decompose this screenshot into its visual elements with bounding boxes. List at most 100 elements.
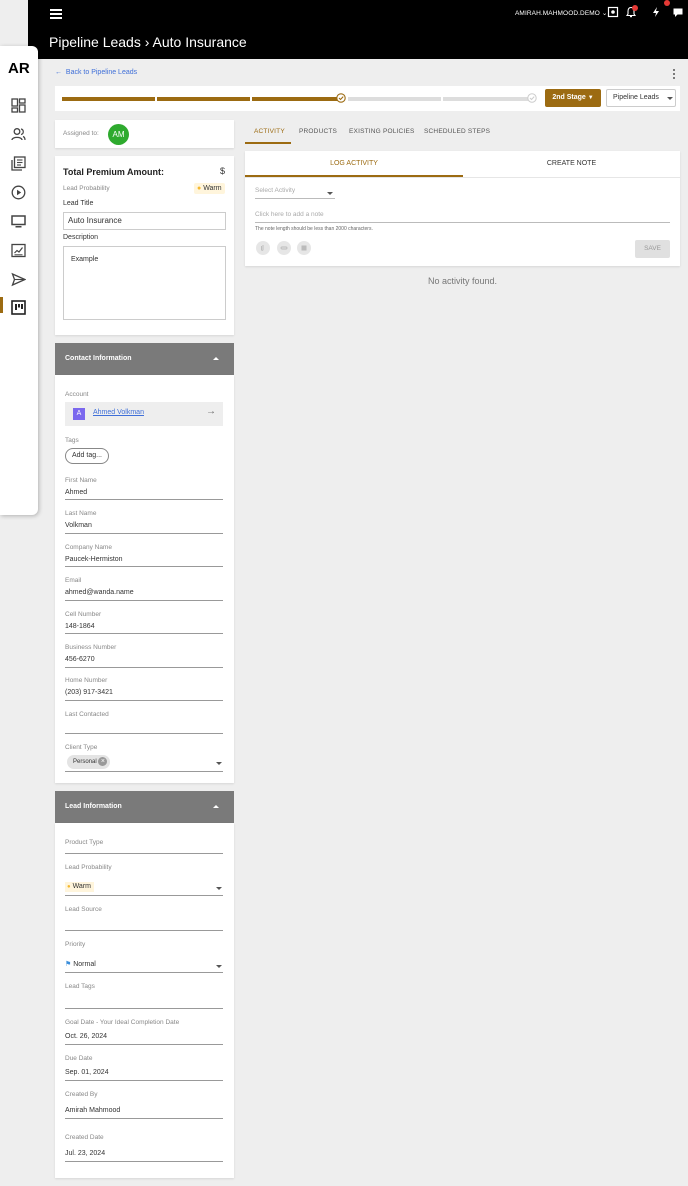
lead-title-label: Lead Title bbox=[63, 200, 94, 207]
tab-active-indicator bbox=[245, 142, 291, 144]
due-date-field[interactable]: Sep. 01, 2024 bbox=[65, 1069, 109, 1076]
summary-card: Total Premium Amount: $ Lead Probability… bbox=[55, 156, 234, 335]
note-hint: The note length should be less than 2000… bbox=[255, 226, 373, 232]
empty-state-text: No activity found. bbox=[427, 276, 498, 286]
sun-icon: ● bbox=[197, 185, 202, 192]
play-icon[interactable] bbox=[11, 185, 26, 200]
back-link[interactable]: ← Back to Pipeline Leads bbox=[55, 69, 137, 76]
client-type-chip[interactable]: Personal × bbox=[67, 755, 111, 769]
product-type-label: Product Type bbox=[65, 839, 104, 846]
caret-down-icon[interactable] bbox=[216, 762, 222, 765]
sun-icon: ● bbox=[67, 884, 71, 890]
lead-source-label: Lead Source bbox=[65, 906, 102, 913]
documents-icon[interactable] bbox=[11, 156, 26, 171]
created-by-label: Created By bbox=[65, 1091, 98, 1098]
avatar[interactable]: AM bbox=[108, 124, 129, 145]
account-avatar: A bbox=[73, 408, 85, 420]
collapse-icon[interactable] bbox=[213, 805, 219, 808]
send-icon[interactable] bbox=[11, 272, 26, 287]
stage-segment[interactable] bbox=[157, 97, 250, 101]
contact-info-header[interactable]: Contact Information bbox=[55, 343, 234, 375]
save-button[interactable]: SAVE bbox=[635, 240, 670, 258]
description-textarea[interactable]: Example bbox=[63, 246, 226, 320]
dashboard-icon[interactable] bbox=[11, 98, 26, 113]
caret-down-icon[interactable] bbox=[216, 887, 222, 890]
caret-down-icon[interactable] bbox=[216, 965, 222, 968]
first-name-field[interactable]: Ahmed bbox=[65, 489, 87, 496]
collapse-icon[interactable] bbox=[213, 357, 219, 360]
description-label: Description bbox=[63, 234, 99, 241]
lightning-icon[interactable] bbox=[650, 6, 662, 18]
stage-segment[interactable] bbox=[62, 97, 155, 101]
link-icon[interactable] bbox=[277, 241, 291, 255]
field-label: Last Name bbox=[65, 510, 97, 517]
chat-icon[interactable] bbox=[672, 6, 684, 18]
tab-activity[interactable]: ACTIVITY bbox=[254, 128, 285, 135]
lead-tags-label: Lead Tags bbox=[65, 983, 95, 990]
account-label: Account bbox=[65, 391, 89, 398]
attach-icon[interactable] bbox=[256, 241, 270, 255]
priority-select[interactable]: ⚑ Normal bbox=[65, 960, 96, 968]
tags-label: Tags bbox=[65, 437, 79, 444]
lead-probability-label: Lead Probability bbox=[65, 864, 112, 871]
pipeline-board-icon[interactable] bbox=[11, 300, 26, 315]
field-label: Business Number bbox=[65, 644, 117, 651]
lead-title-input[interactable]: Auto Insurance bbox=[63, 212, 226, 230]
arrow-right-icon[interactable]: → bbox=[206, 406, 216, 417]
tab-existing-policies[interactable]: EXISTING POLICIES bbox=[349, 128, 415, 135]
total-premium-label: Total Premium Amount: bbox=[63, 167, 164, 177]
created-by-field: Amirah Mahmood bbox=[65, 1107, 121, 1114]
assigned-card: Assigned to: AM bbox=[55, 120, 234, 148]
image-icon[interactable] bbox=[297, 241, 311, 255]
probability-badge: ● Warm bbox=[194, 183, 225, 194]
field-label: Email bbox=[65, 577, 82, 584]
lead-probability-select[interactable]: ● Warm bbox=[65, 882, 94, 892]
field-label: Company Name bbox=[65, 544, 112, 551]
page-title: Pipeline Leads › Auto Insurance bbox=[49, 34, 247, 50]
tab-scheduled-steps[interactable]: SCHEDULED STEPS bbox=[424, 128, 490, 135]
settings-icon[interactable] bbox=[607, 6, 619, 18]
stage-segment[interactable] bbox=[348, 97, 441, 101]
goal-date-label: Goal Date - Your Ideal Completion Date bbox=[65, 1019, 180, 1026]
cell-number-field[interactable]: 148-1864 bbox=[65, 623, 95, 630]
business-number-field[interactable]: 456-6270 bbox=[65, 656, 95, 663]
monitor-icon[interactable] bbox=[11, 214, 26, 229]
more-options-icon[interactable] bbox=[673, 69, 676, 81]
email-field[interactable]: ahmed@wanda.name bbox=[65, 589, 134, 596]
company-name-field[interactable]: Paucek-Hermiston bbox=[65, 556, 123, 563]
product-type-field[interactable] bbox=[65, 853, 223, 854]
last-name-field[interactable]: Volkman bbox=[65, 522, 92, 529]
lead-info-header[interactable]: Lead Information bbox=[55, 791, 234, 823]
add-tag-button[interactable]: Add tag... bbox=[65, 448, 109, 464]
select-activity-dropdown[interactable]: Select Activity bbox=[255, 187, 335, 199]
pipeline-select[interactable]: Pipeline Leads bbox=[606, 89, 676, 107]
stage-segment[interactable] bbox=[443, 97, 528, 101]
stage-segment[interactable] bbox=[252, 97, 342, 101]
lead-info-card: Product Type Lead Probability ● Warm Lea… bbox=[55, 823, 234, 1178]
contacts-icon[interactable] bbox=[11, 127, 26, 142]
lead-source-field[interactable] bbox=[65, 930, 223, 931]
tab-products[interactable]: PRODUCTS bbox=[299, 128, 337, 135]
goal-date-field[interactable]: Oct. 26, 2024 bbox=[65, 1033, 107, 1040]
top-bar: Pipeline Leads › Auto Insurance AMIRAH.M… bbox=[28, 0, 688, 59]
arrow-left-icon: ← bbox=[55, 69, 64, 76]
created-date-label: Created Date bbox=[65, 1134, 104, 1141]
lead-tags-field[interactable] bbox=[65, 1008, 223, 1009]
contact-info-card: Account A Ahmed Volkman → Tags Add tag..… bbox=[55, 375, 234, 783]
note-input[interactable]: Click here to add a note bbox=[255, 211, 670, 223]
hamburger-menu-icon[interactable] bbox=[50, 9, 62, 19]
field-label: Cell Number bbox=[65, 611, 102, 618]
notification-badge bbox=[632, 5, 638, 11]
account-item[interactable]: A Ahmed Volkman → bbox=[65, 402, 223, 426]
tab-create-note[interactable]: CREATE NOTE bbox=[463, 151, 680, 177]
remove-chip-icon[interactable]: × bbox=[98, 756, 108, 766]
account-link[interactable]: Ahmed Volkman bbox=[93, 409, 144, 416]
stage-dropdown-button[interactable]: 2nd Stage ▼ bbox=[545, 89, 601, 107]
home-number-field[interactable]: (203) 917-3421 bbox=[65, 689, 113, 696]
signature-icon[interactable] bbox=[11, 243, 26, 258]
caret-down-icon bbox=[667, 97, 673, 100]
user-menu[interactable]: AMIRAH.MAHMOOD.DEMO ⌄ bbox=[515, 9, 607, 17]
tab-log-activity[interactable]: LOG ACTIVITY bbox=[245, 151, 463, 177]
caret-down-icon bbox=[327, 192, 333, 195]
field-label: Last Contacted bbox=[65, 711, 109, 718]
